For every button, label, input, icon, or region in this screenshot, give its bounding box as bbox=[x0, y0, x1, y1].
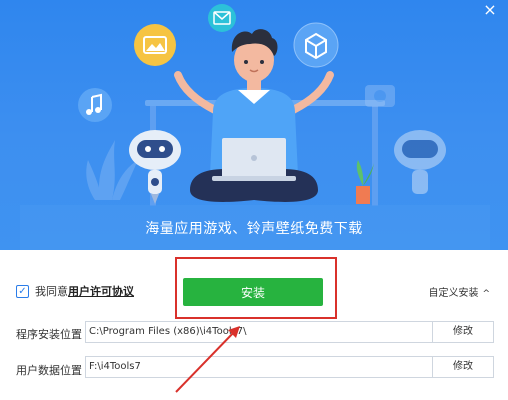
install-panel: ✓ 我同意 用户许可协议 安装 自定义安装 ^ 程序安装位置 C:\Program… bbox=[0, 250, 508, 400]
license-agreement: ✓ 我同意 用户许可协议 bbox=[16, 283, 134, 299]
data-path-field[interactable]: F:\i4Tools7 bbox=[85, 356, 433, 378]
camera-icon bbox=[365, 85, 395, 107]
robot-right-illustration bbox=[394, 130, 446, 194]
program-location-label: 程序安装位置 bbox=[16, 328, 82, 341]
promo-banner: × 海量应用游戏、铃声壁纸免费下载 bbox=[0, 0, 508, 250]
mail-icon bbox=[208, 4, 236, 32]
banner-illustration bbox=[20, 4, 490, 250]
program-modify-button[interactable]: 修改 bbox=[432, 321, 494, 343]
custom-install-toggle[interactable]: 自定义安装 ^ bbox=[428, 284, 490, 299]
custom-install-label: 自定义安装 bbox=[428, 288, 479, 299]
robot-left-illustration bbox=[129, 130, 181, 204]
license-link[interactable]: 用户许可协议 bbox=[68, 283, 134, 299]
image-icon bbox=[134, 24, 176, 66]
chevron-up-icon: ^ bbox=[482, 289, 490, 299]
agree-prefix-text: 我同意 bbox=[35, 285, 68, 298]
music-note-icon bbox=[78, 88, 112, 122]
close-button[interactable]: × bbox=[480, 0, 500, 20]
banner-slogan: 海量应用游戏、铃声壁纸免费下载 bbox=[145, 221, 363, 237]
agree-checkbox[interactable]: ✓ bbox=[16, 284, 29, 298]
data-location-label: 用户数据位置 bbox=[16, 364, 82, 377]
pot-plant-illustration bbox=[356, 160, 374, 204]
cube-icon bbox=[293, 22, 339, 68]
program-path-field[interactable]: C:\Program Files (x86)\i4Tools7\ bbox=[85, 321, 433, 343]
install-button[interactable]: 安装 bbox=[183, 278, 323, 306]
data-modify-button[interactable]: 修改 bbox=[432, 356, 494, 378]
